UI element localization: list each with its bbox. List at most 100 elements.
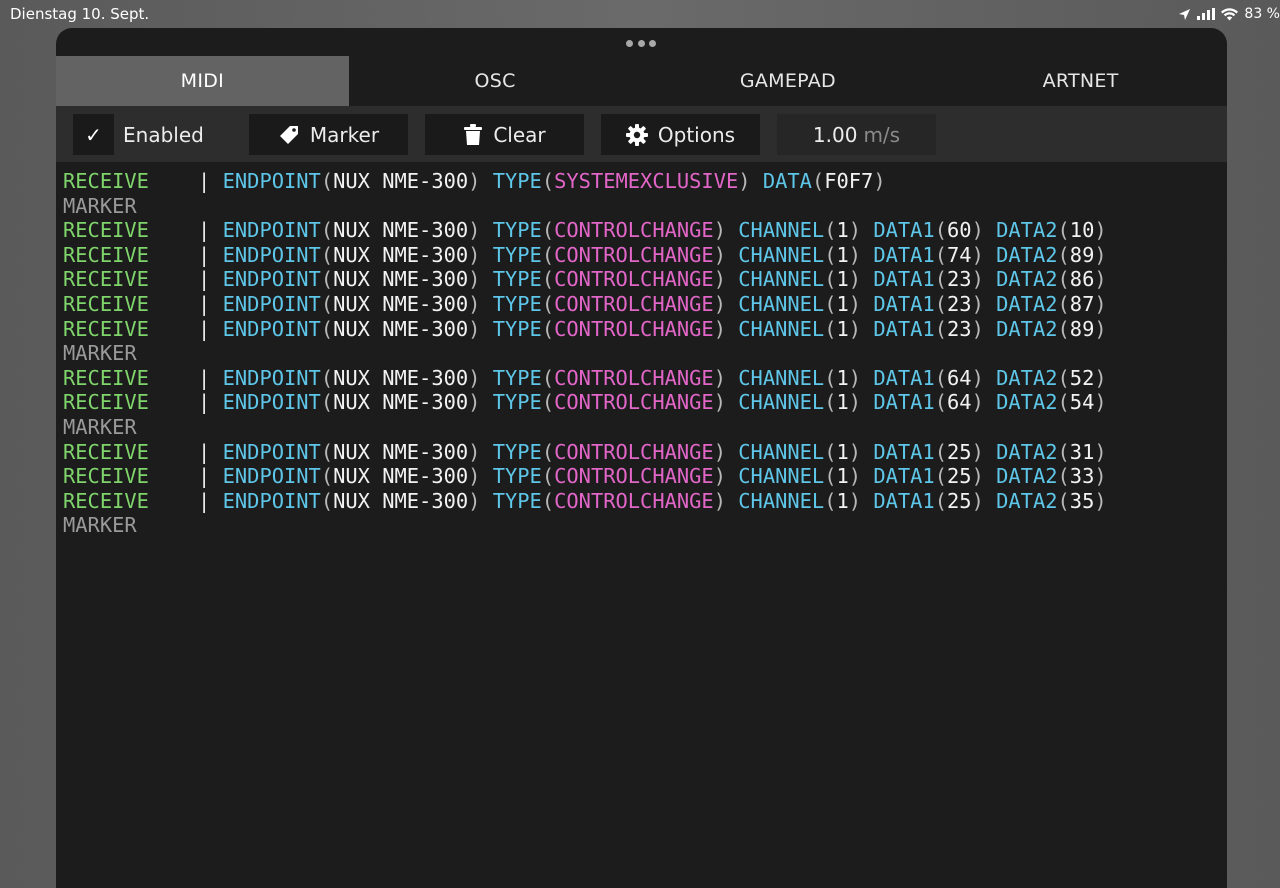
log-marker-line: MARKER	[63, 513, 1223, 538]
log-receive-line: RECEIVE | ENDPOINT(NUX NME-300) TYPE(SYS…	[63, 169, 886, 193]
log-direction-label: RECEIVE	[63, 439, 149, 464]
clear-button[interactable]: Clear	[425, 114, 584, 155]
log-data2-value: 87	[1069, 291, 1095, 316]
log-endpoint-value: NUX NME-300	[333, 488, 469, 513]
log-receive-line: RECEIVE | ENDPOINT(NUX NME-300) TYPE(CON…	[63, 439, 1107, 464]
log-channel-value: 1	[836, 390, 849, 415]
log-data1-value: 23	[947, 291, 972, 316]
tab-bar: MIDI OSC GAMEPAD ARTNET	[56, 56, 1227, 106]
tab-gamepad[interactable]: GAMEPAD	[642, 56, 935, 106]
log-direction-label: RECEIVE	[63, 316, 149, 341]
log-data1-value: 64	[947, 390, 972, 415]
log-type-value: CONTROLCHANGE	[554, 488, 714, 513]
log-channel-value: 1	[836, 488, 849, 513]
log-endpoint-value: NUX NME-300	[333, 218, 469, 243]
log-receive-line: RECEIVE | ENDPOINT(NUX NME-300) TYPE(CON…	[63, 316, 1107, 341]
log-data2-value: 54	[1069, 390, 1095, 415]
log-channel-value: 1	[836, 316, 849, 341]
log-type-value: CONTROLCHANGE	[554, 439, 714, 464]
rate-unit: m/s	[863, 122, 901, 147]
log-endpoint-value: NUX NME-300	[333, 390, 469, 415]
log-type-value: CONTROLCHANGE	[554, 390, 714, 415]
log-receive-line: RECEIVE | ENDPOINT(NUX NME-300) TYPE(CON…	[63, 242, 1107, 267]
log-receive-line: RECEIVE | ENDPOINT(NUX NME-300) TYPE(CON…	[63, 390, 1107, 415]
log-endpoint-value: NUX NME-300	[333, 316, 469, 341]
toolbar: ✓ Enabled Marker Clear Options 1.00 m/s	[56, 106, 1227, 162]
enabled-label[interactable]: Enabled	[123, 114, 204, 155]
wifi-icon	[1221, 7, 1239, 20]
message-log[interactable]: RECEIVE | ENDPOINT(NUX NME-300) TYPE(SYS…	[63, 169, 1223, 538]
log-data2-value: 31	[1069, 439, 1095, 464]
log-type-value: CONTROLCHANGE	[554, 316, 714, 341]
log-type-value: CONTROLCHANGE	[554, 267, 714, 292]
log-data2-value: 52	[1069, 365, 1095, 390]
cellular-signal-icon	[1197, 8, 1216, 20]
log-type-value: CONTROLCHANGE	[554, 218, 714, 243]
log-channel-value: 1	[836, 218, 849, 243]
log-receive-line: RECEIVE | ENDPOINT(NUX NME-300) TYPE(CON…	[63, 267, 1107, 292]
log-direction-label: RECEIVE	[63, 390, 149, 415]
log-data2-value: 86	[1069, 267, 1095, 292]
tab-artnet[interactable]: ARTNET	[934, 56, 1227, 106]
log-endpoint-value: NUX NME-300	[333, 169, 469, 193]
log-data1-value: 25	[947, 439, 972, 464]
log-endpoint-value: NUX NME-300	[333, 267, 469, 292]
app-window: MIDI OSC GAMEPAD ARTNET ✓ Enabled Marker…	[56, 28, 1227, 888]
log-direction-label: RECEIVE	[63, 291, 149, 316]
log-data1-value: 25	[947, 488, 972, 513]
log-data1-value: 23	[947, 316, 972, 341]
marker-button-label: Marker	[309, 122, 380, 147]
options-button[interactable]: Options	[601, 114, 760, 155]
log-direction-label: RECEIVE	[63, 464, 149, 489]
battery-percent: 83 %	[1244, 6, 1280, 22]
log-channel-value: 1	[836, 464, 849, 489]
log-marker-label: MARKER	[63, 513, 137, 538]
enabled-checkbox[interactable]: ✓	[73, 114, 114, 155]
log-channel-value: 1	[836, 267, 849, 292]
log-type-value: CONTROLCHANGE	[554, 365, 714, 390]
log-channel-value: 1	[836, 291, 849, 316]
log-channel-value: 1	[836, 365, 849, 390]
log-marker-label: MARKER	[63, 414, 137, 439]
tag-icon	[278, 124, 300, 146]
log-type-value: CONTROLCHANGE	[554, 242, 714, 267]
log-direction-label: RECEIVE	[63, 169, 149, 193]
log-data1-value: 60	[947, 218, 972, 243]
log-data-value: F0F7	[824, 169, 874, 193]
log-direction-label: RECEIVE	[63, 267, 149, 292]
log-receive-line: RECEIVE | ENDPOINT(NUX NME-300) TYPE(CON…	[63, 291, 1107, 316]
log-type-value: CONTROLCHANGE	[554, 291, 714, 316]
log-endpoint-value: NUX NME-300	[333, 439, 469, 464]
log-direction-label: RECEIVE	[63, 488, 149, 513]
tab-midi[interactable]: MIDI	[56, 56, 349, 106]
log-data2-value: 35	[1069, 488, 1095, 513]
log-type-value: SYSTEMEXCLUSIVE	[554, 169, 739, 193]
window-grabber-dots-icon[interactable]	[626, 39, 656, 47]
marker-button[interactable]: Marker	[249, 114, 408, 155]
log-endpoint-value: NUX NME-300	[333, 464, 469, 489]
log-direction-label: RECEIVE	[63, 242, 149, 267]
trash-icon	[463, 123, 483, 146]
tab-osc[interactable]: OSC	[349, 56, 642, 106]
status-date: Dienstag 10. Sept.	[10, 5, 150, 23]
log-receive-line: RECEIVE | ENDPOINT(NUX NME-300) TYPE(CON…	[63, 365, 1107, 390]
log-endpoint-value: NUX NME-300	[333, 365, 469, 390]
log-data2-value: 33	[1069, 464, 1095, 489]
log-direction-label: RECEIVE	[63, 365, 149, 390]
status-indicators: 83 %	[1178, 4, 1280, 24]
log-marker-line: MARKER	[63, 194, 1223, 219]
log-receive-line: RECEIVE | ENDPOINT(NUX NME-300) TYPE(CON…	[63, 464, 1107, 489]
log-marker-label: MARKER	[63, 341, 137, 366]
rate-value: 1.00	[812, 122, 858, 147]
log-data2-value: 89	[1069, 316, 1095, 341]
clear-button-label: Clear	[493, 122, 546, 147]
log-marker-line: MARKER	[63, 341, 1223, 366]
rate-display[interactable]: 1.00 m/s	[777, 114, 936, 155]
gear-icon	[625, 123, 648, 146]
log-data1-value: 23	[947, 267, 972, 292]
log-marker-line: MARKER	[63, 415, 1223, 440]
location-arrow-icon	[1179, 8, 1191, 20]
options-button-label: Options	[657, 122, 736, 147]
log-receive-line: RECEIVE | ENDPOINT(NUX NME-300) TYPE(CON…	[63, 488, 1107, 513]
log-data1-value: 64	[947, 365, 972, 390]
